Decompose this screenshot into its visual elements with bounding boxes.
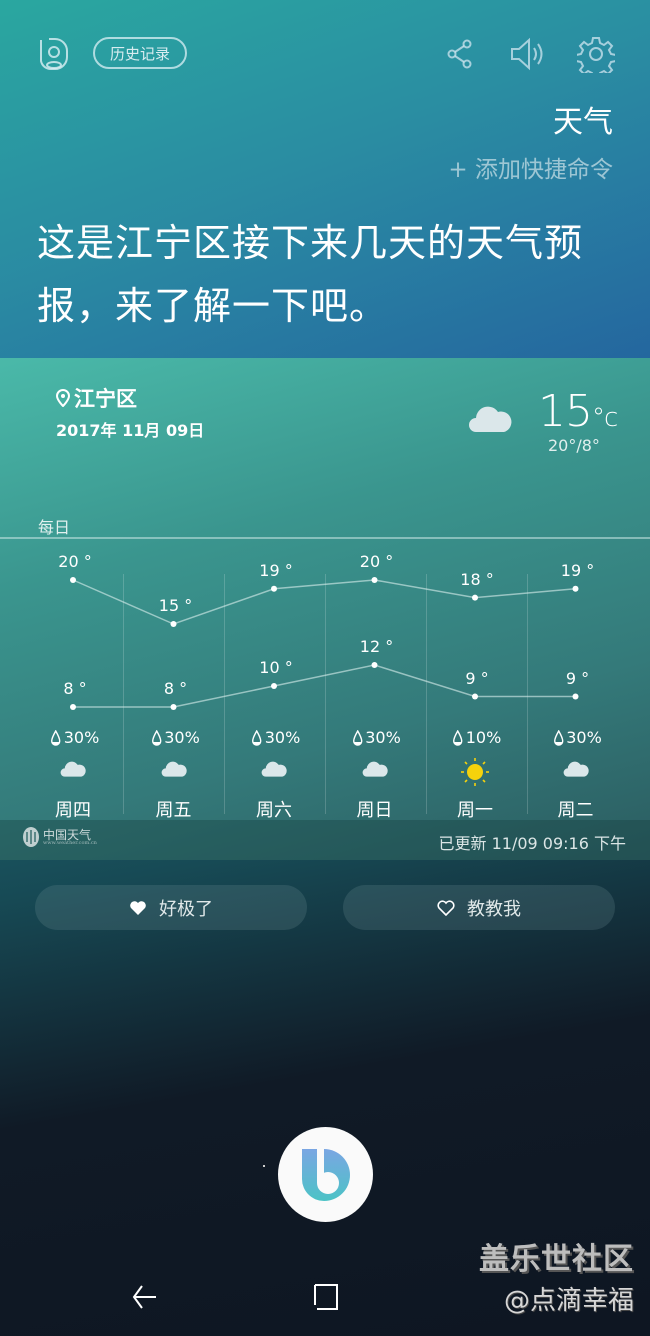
- high-temp-label: 20 °: [58, 552, 92, 571]
- raindrop-icon: [352, 729, 362, 746]
- great-label: 好极了: [159, 898, 213, 920]
- current-high-low: 20°/8°: [548, 436, 600, 455]
- low-temp-label: 8 °: [163, 679, 188, 698]
- day-condition: [460, 757, 490, 791]
- great-button[interactable]: 好极了: [35, 885, 307, 930]
- current-temperature: 15°c: [538, 386, 618, 437]
- back-arrow-icon: [132, 1285, 156, 1309]
- nav-back-button[interactable]: [130, 1282, 160, 1316]
- location: 江宁区: [56, 383, 137, 413]
- raindrop-icon: [553, 729, 563, 746]
- current-condition: [468, 404, 512, 438]
- settings-button[interactable]: [576, 34, 616, 74]
- provider-name: 中国天气: [43, 827, 92, 842]
- precipitation-value: 10%: [465, 728, 502, 747]
- precipitation-value: 30%: [566, 728, 602, 747]
- profile-button[interactable]: [36, 36, 72, 72]
- watermark-author: @点滴幸福: [503, 1286, 634, 1316]
- high-temp-label: 15 °: [158, 596, 193, 615]
- profile-icon: [40, 38, 68, 71]
- assistant-response-text: 这是江宁区接下来几天的天气预报，来了解一下吧。: [37, 221, 584, 328]
- share-icon: [447, 39, 472, 69]
- low-temp-label: 8 °: [63, 679, 87, 698]
- cloud-icon: [261, 761, 287, 777]
- add-shortcut-link[interactable]: + 添加快捷命令: [448, 150, 613, 184]
- precipitation-value: 30%: [264, 728, 301, 747]
- teach-me-button[interactable]: 教教我: [343, 885, 615, 930]
- gear-icon: [577, 37, 615, 73]
- precipitation-value: 30%: [63, 728, 100, 747]
- temp-unit: °c: [592, 403, 618, 433]
- updated-timestamp: 已更新 11/09 09:16 下午: [438, 834, 626, 853]
- low-temp-label: 9 °: [565, 668, 590, 688]
- home-square-icon: [314, 1284, 338, 1310]
- raindrop-icon: [252, 729, 262, 746]
- raindrop-icon: [453, 729, 463, 746]
- day-condition: [362, 760, 388, 782]
- low-temp-label: 12 °: [359, 637, 394, 656]
- provider-url: www.weather.com.cn: [43, 839, 97, 846]
- cloud-icon: [60, 761, 86, 777]
- bixby-voice-button[interactable]: [278, 1127, 373, 1222]
- high-temp-label: 18 °: [460, 569, 494, 589]
- precipitation-chance: 30%: [352, 728, 401, 747]
- day-name: 周六: [256, 800, 292, 821]
- day-name: 周四: [55, 800, 91, 821]
- precipitation-chance: 10%: [453, 728, 502, 747]
- column-divider: [123, 574, 124, 814]
- cloud-icon: [563, 761, 589, 777]
- day-condition: [161, 760, 187, 782]
- china-weather-logo-icon: [23, 827, 39, 847]
- high-temp-label: 20 °: [359, 552, 394, 571]
- precipitation-chance: 30%: [553, 728, 602, 747]
- page-title: 天气: [553, 105, 613, 140]
- raindrop-icon: [151, 729, 161, 746]
- daily-divider: [0, 537, 650, 539]
- day-name: 周一: [457, 800, 493, 821]
- column-divider: [426, 574, 427, 814]
- location-name: 江宁区: [74, 387, 137, 411]
- cloud-icon: [362, 761, 388, 777]
- location-pin-icon: [56, 389, 70, 407]
- history-label: 历史记录: [109, 44, 170, 63]
- bixby-logo-icon: [301, 1148, 350, 1201]
- column-divider: [527, 574, 528, 814]
- cloud-icon: [469, 406, 512, 432]
- precipitation-value: 30%: [164, 728, 200, 747]
- low-temp-label: 9 °: [465, 668, 489, 688]
- cloud-icon: [161, 761, 187, 777]
- share-button[interactable]: [444, 38, 476, 70]
- day-name: 周日: [356, 800, 393, 821]
- day-name: 周二: [557, 800, 594, 821]
- sun-icon: [461, 758, 489, 786]
- precipitation-chance: 30%: [151, 728, 200, 747]
- nav-home-button[interactable]: [313, 1283, 341, 1315]
- high-temp-label: 19 °: [259, 560, 293, 580]
- day-condition: [563, 760, 589, 782]
- watermark-community: 盖乐世社区: [479, 1242, 634, 1277]
- column-divider: [224, 574, 225, 814]
- heart-filled-icon: [130, 900, 146, 915]
- high-temp-label: 19 °: [560, 560, 595, 580]
- forecast-date: 2017年 11月 09日: [56, 421, 205, 440]
- column-divider: [325, 574, 326, 814]
- history-button[interactable]: 历史记录: [93, 37, 187, 69]
- volume-icon: [511, 37, 543, 71]
- low-temp-label: 10 °: [259, 658, 293, 677]
- raindrop-icon: [51, 729, 61, 746]
- day-condition: [261, 760, 287, 782]
- precipitation-value: 30%: [365, 728, 401, 747]
- volume-button[interactable]: [508, 36, 548, 72]
- teach-me-label: 教教我: [467, 898, 521, 920]
- provider-logo[interactable]: 中国天气 www.weather.com.cn: [22, 826, 97, 848]
- current-temp-value: 15: [538, 386, 593, 437]
- day-name: 周五: [155, 800, 192, 821]
- indicator-dot: [263, 1165, 265, 1167]
- daily-label: 每日: [38, 518, 71, 537]
- precipitation-chance: 30%: [252, 728, 301, 747]
- day-condition: [60, 760, 86, 782]
- precipitation-chance: 30%: [51, 728, 100, 747]
- heart-outline-icon: [437, 899, 455, 916]
